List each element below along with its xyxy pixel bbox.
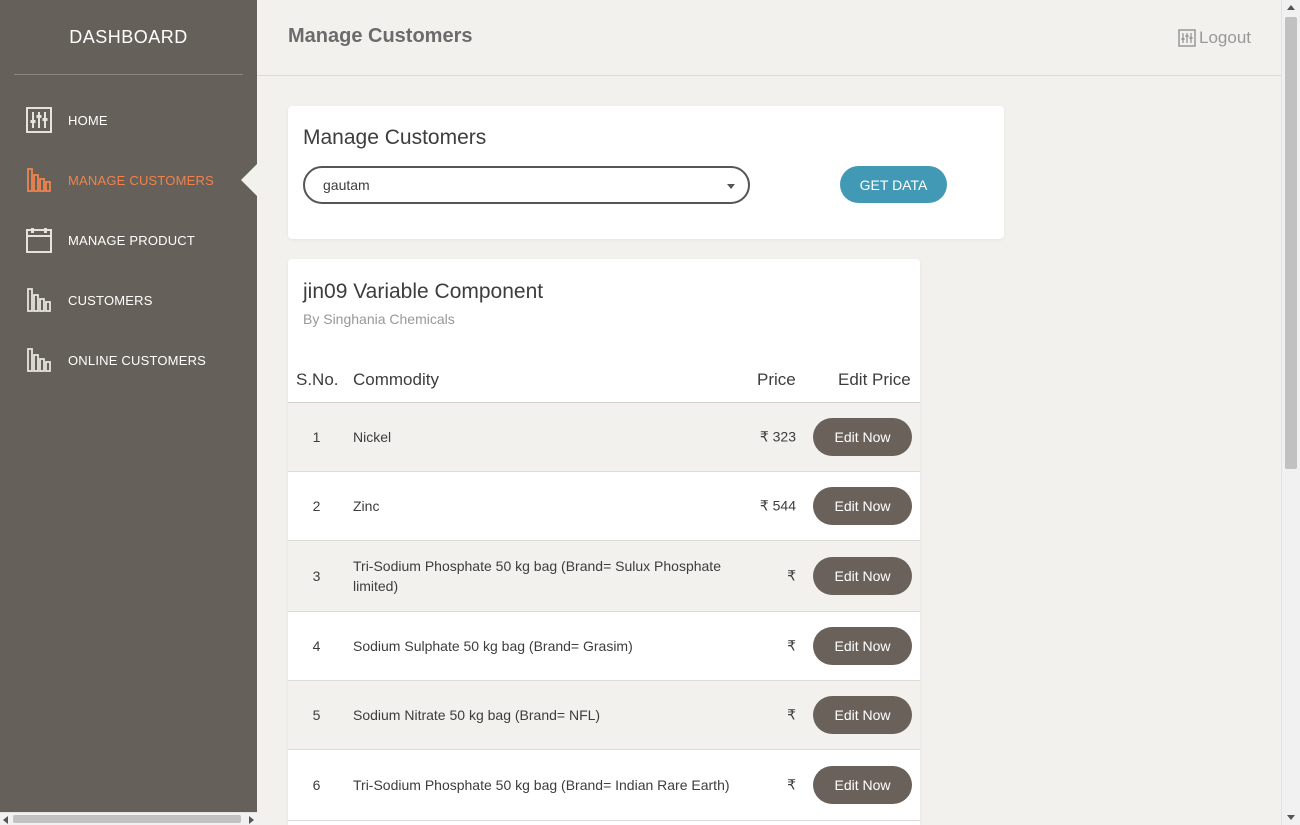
sidebar-item-manage-customers[interactable]: MANAGE CUSTOMERS — [0, 150, 257, 210]
cell-sno: 2 — [312, 498, 321, 514]
scroll-down-icon[interactable] — [1287, 815, 1295, 820]
column-header-price: Price — [757, 370, 796, 389]
page-title: Manage Customers — [288, 25, 473, 47]
sidebar-item-label: ONLINE CUSTOMERS — [68, 352, 207, 368]
component-title: jin09 Variable Component — [303, 280, 544, 303]
cell-sno: 3 — [312, 568, 321, 584]
customer-select[interactable]: gautam — [303, 166, 750, 204]
cell-sno: 1 — [312, 429, 321, 445]
edit-now-button[interactable]: Edit Now — [813, 627, 912, 665]
sidebar: DASHBOARD HOME MANAGE CUSTOMERS MANAGE P… — [0, 0, 257, 812]
cell-sno: 4 — [312, 638, 321, 654]
sidebar-nav: HOME MANAGE CUSTOMERS MANAGE PRODUCT CUS… — [0, 90, 257, 390]
edit-now-button[interactable]: Edit Now — [813, 557, 912, 595]
table-header: S.No. Commodity Price Edit Price — [288, 362, 920, 403]
table-row: 3 Tri-Sodium Phosphate 50 kg bag (Brand=… — [288, 541, 920, 612]
scroll-up-icon[interactable] — [1287, 5, 1295, 10]
table-row: 6 Tri-Sodium Phosphate 50 kg bag (Brand=… — [288, 750, 920, 821]
sidebar-item-label: HOME — [68, 112, 108, 128]
component-subtitle: By Singhania Chemicals — [303, 311, 455, 327]
cell-price: ₹ 323 — [759, 428, 796, 445]
customer-select-value: gautam — [323, 177, 370, 193]
cell-commodity: Nickel — [353, 429, 392, 445]
cell-price: ₹ 544 — [759, 497, 796, 514]
header: Manage Customers Logout — [257, 0, 1281, 76]
edit-now-button[interactable]: Edit Now — [813, 696, 912, 734]
table-row: 1 Nickel ₹ 323 Edit Now — [288, 403, 920, 472]
cell-price: ₹ — [787, 567, 796, 584]
sidebar-item-customers[interactable]: CUSTOMERS — [0, 270, 257, 330]
component-card: jin09 Variable Component By Singhania Ch… — [288, 259, 920, 825]
cell-commodity: Sodium Nitrate 50 kg bag (Brand= NFL) — [353, 707, 601, 723]
column-header-commodity: Commodity — [353, 370, 439, 389]
divider — [14, 74, 243, 75]
bar-chart-icon — [26, 287, 52, 313]
sidebar-item-home[interactable]: HOME — [0, 90, 257, 150]
edit-now-button[interactable]: Edit Now — [813, 766, 912, 804]
horizontal-scrollbar[interactable] — [0, 812, 257, 825]
chevron-down-icon — [727, 184, 735, 189]
cell-price: ₹ — [787, 637, 796, 654]
cell-commodity: Sodium Sulphate 50 kg bag (Brand= Grasim… — [353, 638, 633, 654]
scrollbar-thumb[interactable] — [1285, 17, 1297, 469]
sidebar-item-manage-product[interactable]: MANAGE PRODUCT — [0, 210, 257, 270]
table-row: 5 Sodium Nitrate 50 kg bag (Brand= NFL) … — [288, 681, 920, 750]
active-indicator — [241, 164, 257, 196]
card-title: Manage Customers — [303, 126, 487, 149]
cell-sno: 5 — [312, 707, 321, 723]
calendar-icon — [26, 227, 52, 253]
brand-title[interactable]: DASHBOARD — [0, 0, 257, 74]
sidebar-item-label: MANAGE PRODUCT — [68, 232, 196, 248]
table-row: 2 Zinc ₹ 544 Edit Now — [288, 472, 920, 541]
scrollbar-thumb[interactable] — [13, 815, 241, 823]
cell-commodity: Zinc — [353, 498, 380, 514]
cell-price: ₹ — [787, 776, 796, 793]
sidebar-item-label: MANAGE CUSTOMERS — [68, 172, 214, 188]
column-header-sno: S.No. — [296, 370, 339, 389]
sidebar-item-online-customers[interactable]: ONLINE CUSTOMERS — [0, 330, 257, 390]
cell-commodity: Tri-Sodium Phosphate 50 kg bag (Brand= S… — [353, 558, 721, 594]
cell-commodity: Tri-Sodium Phosphate 50 kg bag (Brand= I… — [353, 777, 730, 793]
scroll-left-icon[interactable] — [3, 816, 8, 824]
sidebar-item-label: CUSTOMERS — [68, 292, 153, 308]
logout-label: Logout — [1199, 28, 1251, 47]
cell-sno: 6 — [312, 777, 321, 793]
edit-now-button[interactable]: Edit Now — [813, 487, 912, 525]
logout-link[interactable]: Logout — [1178, 28, 1251, 48]
bar-chart-icon — [26, 347, 52, 373]
table-body: 1 Nickel ₹ 323 Edit Now 2 Zinc ₹ 544 Edi… — [288, 403, 920, 821]
sliders-icon — [1178, 29, 1196, 47]
bar-chart-icon — [26, 167, 52, 193]
sliders-icon — [26, 107, 52, 133]
get-data-button[interactable]: GET DATA — [840, 166, 947, 203]
column-header-edit-price: Edit Price — [838, 370, 911, 389]
scroll-right-icon[interactable] — [249, 816, 254, 824]
edit-now-button[interactable]: Edit Now — [813, 418, 912, 456]
cell-price: ₹ — [787, 706, 796, 723]
vertical-scrollbar[interactable] — [1281, 0, 1300, 825]
table-row: 4 Sodium Sulphate 50 kg bag (Brand= Gras… — [288, 612, 920, 681]
manage-customers-card: Manage Customers gautam GET DATA — [288, 106, 1004, 239]
